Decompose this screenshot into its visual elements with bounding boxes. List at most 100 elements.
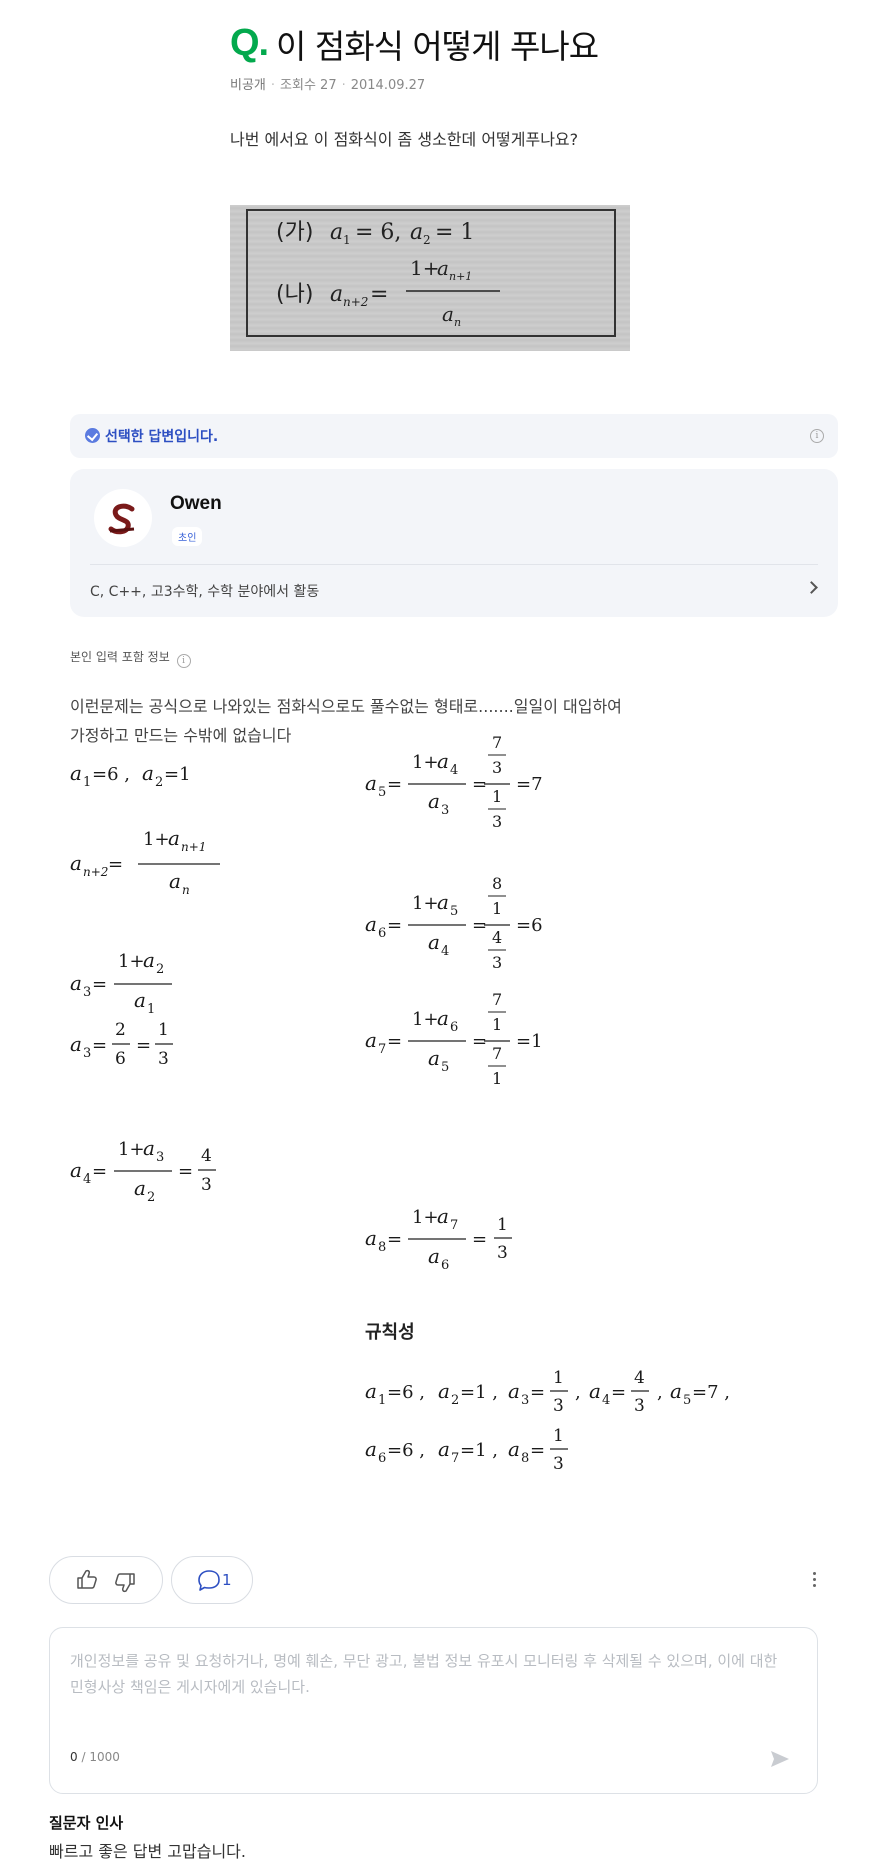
svg-text:2: 2 xyxy=(156,962,164,977)
chevron-right-icon[interactable] xyxy=(805,581,818,594)
svg-text:3: 3 xyxy=(156,1150,164,1165)
speech-bubble-icon xyxy=(198,1570,220,1591)
svg-text:=6: =6 xyxy=(516,915,543,936)
svg-text:a: a xyxy=(437,256,449,280)
svg-text:3: 3 xyxy=(521,1393,529,1408)
svg-text:5: 5 xyxy=(683,1393,691,1408)
char-count-current: 0 xyxy=(70,1750,78,1764)
svg-text:a: a xyxy=(143,1136,155,1160)
svg-text:4: 4 xyxy=(634,1368,645,1388)
svg-text:5: 5 xyxy=(378,785,386,800)
send-icon[interactable] xyxy=(769,1748,791,1770)
svg-text:a: a xyxy=(70,851,82,875)
eq-a5: a 5 = 1+a 4 a3 = 73 13 =7 xyxy=(365,735,543,831)
svg-text:6: 6 xyxy=(378,926,386,941)
avatar[interactable] xyxy=(94,489,152,547)
info-icon[interactable]: i xyxy=(810,429,824,443)
svg-text:n+1: n+1 xyxy=(449,270,472,283)
svg-text:a: a xyxy=(670,1379,682,1403)
question-date: 2014.09.27 xyxy=(350,78,426,93)
svg-text:1: 1 xyxy=(343,233,351,247)
pattern-row-1: a 1 =6 , a 2 =1 , a 3 = 13 , a 4 = 43 , a 5 =7 , xyxy=(365,1368,730,1416)
svg-text:=: = xyxy=(387,774,402,795)
question-mark-logo: Q. xyxy=(230,22,269,64)
svg-text:a: a xyxy=(70,761,82,785)
svg-text:2: 2 xyxy=(115,1020,126,1040)
answerer-profile-card[interactable]: Owen 초인 C, C++, 고3수학, 수학 분야에서 활동 xyxy=(70,469,838,617)
svg-text:8: 8 xyxy=(521,1451,529,1466)
svg-text:5: 5 xyxy=(441,1060,449,1075)
svg-text:=: = xyxy=(387,1031,402,1052)
svg-text:8: 8 xyxy=(492,874,502,893)
question-title: 이 점화식 어떻게 푸나요 xyxy=(276,27,599,66)
eq-initial: a 1 =6 , a 2 =1 xyxy=(70,761,191,790)
selected-answer-label: 선택한 답변입니다. xyxy=(105,429,219,445)
eq-a7: a 7 = 1+a 6 a5 = 71 71 =1 xyxy=(365,990,543,1088)
answerer-name[interactable]: Owen xyxy=(170,493,222,515)
eq-a3-value: a 3 = 26 = 13 xyxy=(70,1020,173,1069)
svg-text:a: a xyxy=(365,1379,377,1403)
svg-text:a: a xyxy=(365,1437,377,1461)
svg-text:=: = xyxy=(387,915,402,936)
svg-text:,: , xyxy=(575,1382,581,1403)
svg-text:n: n xyxy=(182,883,190,897)
svg-text:1+: 1+ xyxy=(412,752,439,773)
svg-text:1+: 1+ xyxy=(118,951,145,972)
svg-text:1: 1 xyxy=(553,1426,564,1446)
svg-text:6: 6 xyxy=(441,1258,449,1273)
svg-text:a: a xyxy=(134,988,146,1012)
pattern-heading: 규칙성 xyxy=(365,1322,415,1343)
svg-text:1: 1 xyxy=(158,1020,169,1040)
svg-text:7: 7 xyxy=(450,1218,458,1233)
svg-text:7: 7 xyxy=(492,735,502,752)
svg-text:a: a xyxy=(428,930,440,954)
svg-text:2: 2 xyxy=(147,1190,155,1205)
question-photo[interactable]: (가) a 1 = 6, a 2 = 1 (나) a n+2 = 1+ a n+… xyxy=(230,205,630,351)
eq-a4: a 4 = 1+a 3 a2 = 43 xyxy=(70,1136,216,1205)
svg-text:=: = xyxy=(370,282,388,307)
svg-text:1: 1 xyxy=(492,1015,502,1034)
svg-text:4: 4 xyxy=(201,1146,212,1166)
svg-text:3: 3 xyxy=(492,953,502,972)
svg-text:5: 5 xyxy=(450,904,458,919)
thumbs-down-icon[interactable] xyxy=(115,1573,135,1593)
more-vertical-icon[interactable] xyxy=(808,1572,820,1592)
svg-text:3: 3 xyxy=(553,1454,564,1474)
comment-input-box[interactable]: 개인정보를 공유 및 요청하거나, 명예 훼손, 무단 광고, 불법 정보 유포… xyxy=(49,1627,818,1794)
formula-photo-content: (가) a 1 = 6, a 2 = 1 (나) a n+2 = 1+ a n+… xyxy=(276,220,500,329)
svg-text:= 6,: = 6, xyxy=(355,220,401,245)
comment-button[interactable]: 1 xyxy=(171,1556,253,1604)
svg-text:a: a xyxy=(330,220,343,245)
svg-text:=7: =7 xyxy=(516,774,543,795)
comment-input[interactable]: 개인정보를 공유 및 요청하거나, 명예 훼손, 무단 광고, 불법 정보 유포… xyxy=(70,1648,787,1700)
svg-text:a: a xyxy=(365,1226,377,1250)
svg-text:=6 ,: =6 , xyxy=(387,1382,425,1403)
svg-text:6: 6 xyxy=(450,1020,458,1035)
svg-text:a: a xyxy=(365,771,377,795)
svg-text:=: = xyxy=(611,1382,626,1403)
pattern-row-2: a 6 =6 , a 7 =1 , a 8 = 13 xyxy=(365,1426,568,1474)
answer-math-image: a 1 =6 , a 2 =1 a n+2 = 1+a n+1 an a 3 = 1+a 2 a1 … xyxy=(70,735,730,1474)
svg-text:a: a xyxy=(508,1437,520,1461)
svg-text:n+2: n+2 xyxy=(83,865,108,879)
svg-text:=: = xyxy=(136,1035,151,1056)
thumbs-up-icon[interactable] xyxy=(77,1569,97,1589)
svg-text:a: a xyxy=(442,302,454,326)
svg-text:a: a xyxy=(134,1176,146,1200)
svg-text:a: a xyxy=(330,282,343,307)
svg-text:=1: =1 xyxy=(164,764,191,785)
svg-text:=1 ,: =1 , xyxy=(460,1382,498,1403)
svg-text:3: 3 xyxy=(441,803,449,818)
svg-text:1+: 1+ xyxy=(118,1139,145,1160)
check-circle-icon xyxy=(85,428,100,443)
svg-text:1: 1 xyxy=(378,1393,386,1408)
svg-text:=1 ,: =1 , xyxy=(460,1440,498,1461)
activity-fields[interactable]: C, C++, 고3수학, 수학 분야에서 활동 xyxy=(90,581,319,601)
svg-text:a: a xyxy=(169,869,181,893)
svg-text:3: 3 xyxy=(492,812,502,831)
svg-text:=: = xyxy=(92,1161,107,1182)
photo-label-ga: (가) xyxy=(276,220,313,245)
svg-text:6: 6 xyxy=(115,1049,126,1069)
svg-text:1: 1 xyxy=(492,787,502,806)
info-icon[interactable]: i xyxy=(176,654,191,668)
